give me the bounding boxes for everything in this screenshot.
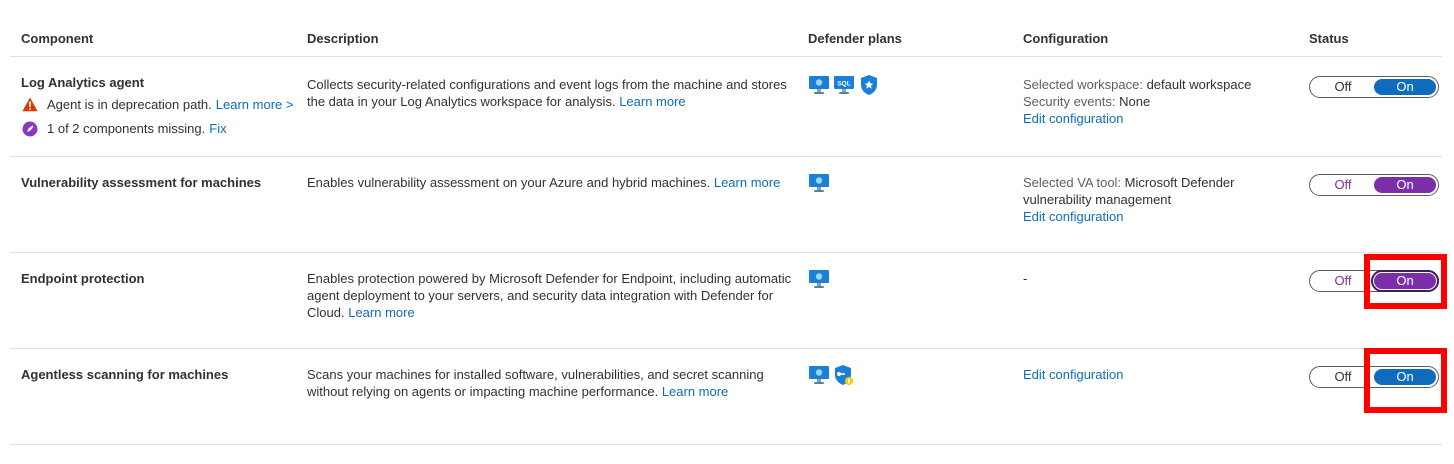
description-learn-more-link[interactable]: Learn more <box>714 175 780 190</box>
highlight-box <box>1364 348 1447 413</box>
warning-icon <box>21 96 38 113</box>
svg-text:SQL: SQL <box>837 81 850 88</box>
row-description-vulnerability-assessment: Enables vulnerability assessment on your… <box>307 174 780 191</box>
components-missing-text: 1 of 2 components missing. <box>47 121 206 136</box>
server-icon <box>809 270 829 288</box>
row-divider <box>10 252 1442 253</box>
toggle-on-option[interactable]: On <box>1374 79 1436 95</box>
edit-configuration-link[interactable]: Edit configuration <box>1023 110 1251 127</box>
defender-plans-vulnerability-assessment <box>808 172 830 194</box>
server-icon <box>809 366 829 384</box>
description-line: Collects security-related configurations… <box>307 77 787 92</box>
status-toggle-log-analytics[interactable]: Off On <box>1309 76 1439 98</box>
row-config-vulnerability-assessment: Selected VA tool: Microsoft Defender vul… <box>1023 174 1235 225</box>
row-description-log-analytics: Collects security-related configurations… <box>307 76 787 110</box>
highlight-box <box>1364 254 1447 309</box>
description-line: the data in your Log Analytics workspace… <box>307 94 686 109</box>
edit-configuration-link[interactable]: Edit configuration <box>1023 208 1235 225</box>
edit-configuration-link[interactable]: Edit configuration <box>1023 366 1123 383</box>
row-config-log-analytics: Selected workspace: default workspace Se… <box>1023 76 1251 127</box>
defender-plans-endpoint-protection <box>808 268 830 290</box>
header-description: Description <box>307 31 379 46</box>
description-learn-more-link[interactable]: Learn more <box>662 384 728 399</box>
config-label: Selected workspace: <box>1023 77 1143 92</box>
row-name-vulnerability-assessment: Vulnerability assessment for machines <box>21 175 262 190</box>
status-toggle-vulnerability-assessment[interactable]: Off On <box>1309 174 1439 196</box>
server-icon <box>809 76 829 94</box>
config-value: None <box>1119 94 1151 109</box>
description-line: Enables protection powered by Microsoft … <box>307 271 792 286</box>
deprecation-text: Agent is in deprecation path. <box>47 97 212 112</box>
row-name-endpoint-protection: Endpoint protection <box>21 271 145 286</box>
description-line: Enables vulnerability assessment on your… <box>307 175 711 190</box>
row-divider <box>10 156 1442 157</box>
rocket-icon <box>21 120 38 137</box>
description-learn-more-link[interactable]: Learn more <box>619 94 685 109</box>
server-icon <box>809 174 829 192</box>
header-status: Status <box>1309 31 1349 46</box>
toggle-off-option[interactable]: Off <box>1328 273 1358 289</box>
row-description-agentless-scanning: Scans your machines for installed softwa… <box>307 366 764 400</box>
config-label: Selected VA tool: <box>1023 175 1122 190</box>
fix-link[interactable]: Fix <box>209 120 226 137</box>
header-component: Component <box>21 31 94 46</box>
defender-plans-log-analytics: SQL <box>808 74 880 96</box>
deprecation-warning: Agent is in deprecation path. Learn more… <box>21 96 293 113</box>
shield-star-icon <box>861 75 877 95</box>
row-description-endpoint-protection: Enables protection powered by Microsoft … <box>307 270 791 321</box>
config-value: vulnerability management <box>1023 192 1172 207</box>
description-line: Scans your machines for installed softwa… <box>307 367 764 382</box>
header-configuration: Configuration <box>1023 31 1109 46</box>
description-learn-more-link[interactable]: Learn more <box>348 305 414 320</box>
shield-key-icon <box>835 365 853 385</box>
row-divider <box>10 348 1442 349</box>
sql-server-icon: SQL <box>834 76 854 94</box>
config-label: Security events: <box>1023 94 1116 109</box>
description-line: agent deployment to your servers, and se… <box>307 288 774 303</box>
header-defender-plans: Defender plans <box>808 31 902 46</box>
toggle-off-option[interactable]: Off <box>1328 79 1358 95</box>
toggle-off-option[interactable]: Off <box>1328 177 1358 193</box>
row-config-agentless-scanning: Edit configuration <box>1023 366 1123 383</box>
row-name-log-analytics: Log Analytics agent <box>21 75 145 90</box>
defender-plans-agentless-scanning <box>808 364 855 386</box>
toggle-on-option[interactable]: On <box>1374 177 1436 193</box>
toggle-off-option[interactable]: Off <box>1328 369 1358 385</box>
row-divider <box>10 444 1442 445</box>
config-value: Microsoft Defender <box>1124 175 1235 190</box>
deprecation-learn-more-link[interactable]: Learn more > <box>216 96 294 113</box>
config-value: default workspace <box>1146 77 1252 92</box>
components-missing: 1 of 2 components missing. Fix <box>21 120 227 137</box>
header-divider <box>10 56 1442 57</box>
description-line: without relying on agents or impacting m… <box>307 384 659 399</box>
description-line: Cloud. <box>307 305 345 320</box>
row-config-endpoint-protection: - <box>1023 271 1028 286</box>
row-name-agentless-scanning: Agentless scanning for machines <box>21 367 229 382</box>
